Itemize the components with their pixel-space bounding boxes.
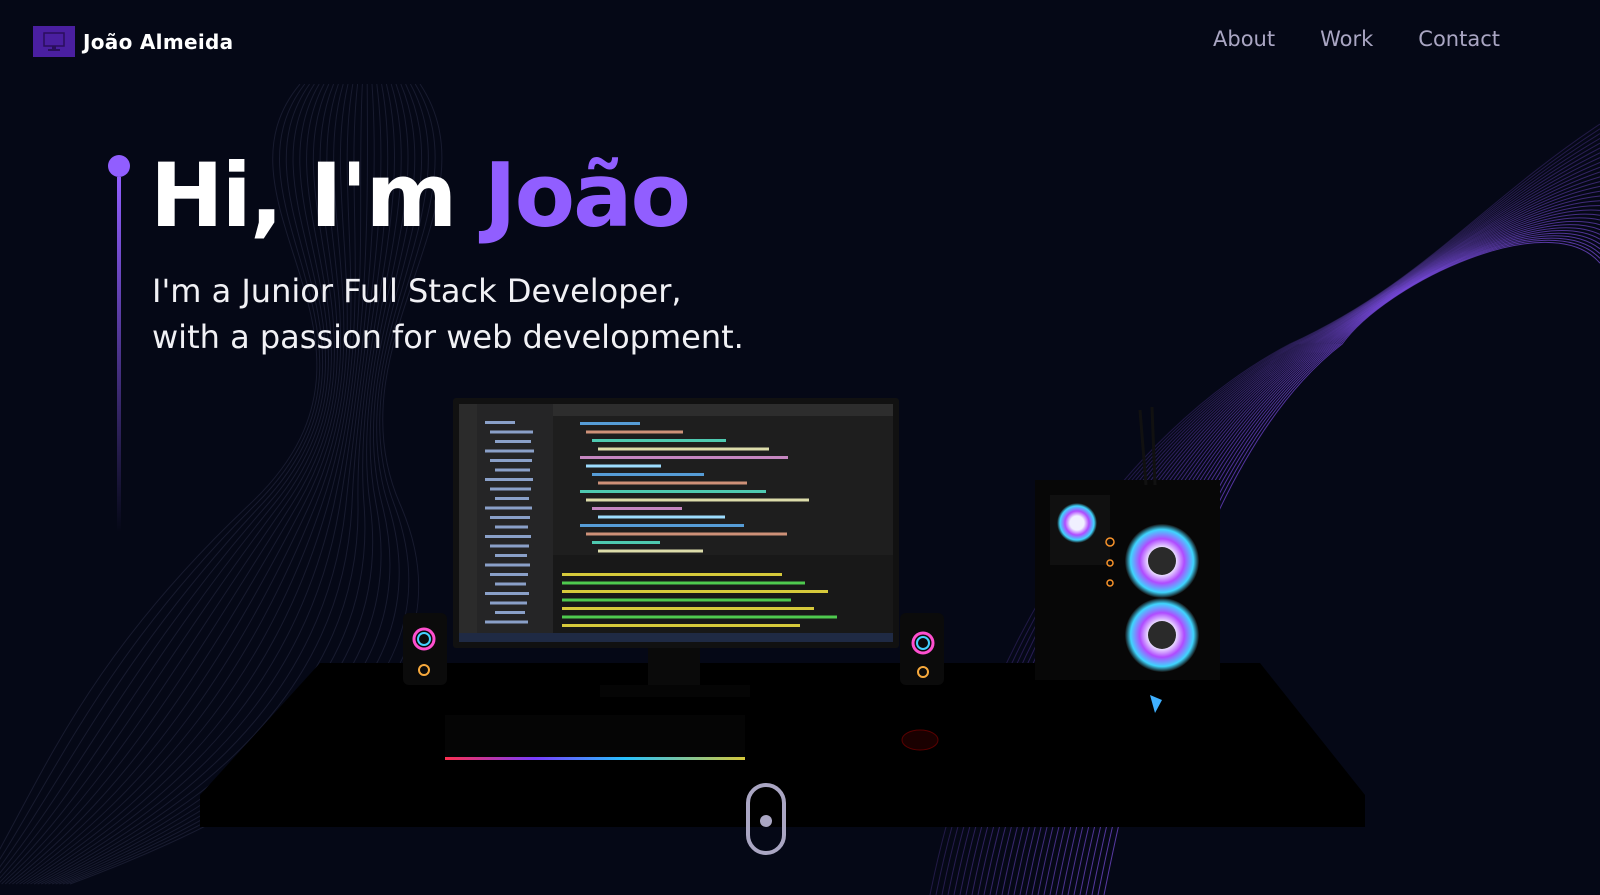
brand-name: João Almeida	[83, 29, 234, 54]
scroll-indicator-dot	[760, 815, 772, 827]
code-line	[580, 456, 788, 459]
scroll-indicator-mouse-icon[interactable]	[746, 783, 786, 855]
terminal-line	[562, 590, 828, 593]
monitor	[453, 398, 899, 648]
explorer-line	[485, 620, 528, 624]
computer-icon	[33, 26, 75, 57]
hero-subtitle-line1: I'm a Junior Full Stack Developer,	[152, 272, 682, 310]
explorer-line	[485, 478, 533, 481]
explorer-line	[490, 544, 529, 548]
code-line	[586, 464, 661, 468]
terminal-line	[562, 573, 782, 576]
explorer-line	[485, 449, 534, 453]
terminal-line	[562, 615, 837, 619]
code-line	[598, 447, 769, 451]
nav-link-work[interactable]: Work	[1320, 27, 1373, 51]
right-speaker	[900, 613, 944, 685]
navbar: João Almeida About Work Contact	[0, 0, 1600, 84]
code-line	[586, 430, 683, 434]
hero-subtitle-line2: with a passion for web development.	[152, 318, 744, 356]
hero-accent-line	[108, 155, 130, 532]
keyboard	[445, 715, 745, 760]
code-line	[592, 439, 726, 442]
explorer-line	[495, 582, 526, 586]
explorer-line	[485, 592, 529, 595]
code-line	[598, 515, 725, 519]
brand-link[interactable]: João Almeida	[33, 26, 233, 57]
explorer-line	[485, 563, 530, 567]
explorer-line	[495, 611, 525, 614]
code-line	[598, 549, 703, 553]
terminal-line	[562, 624, 800, 627]
code-line	[598, 481, 747, 485]
explorer-line	[495, 468, 530, 472]
code-line	[580, 490, 766, 493]
pc-tower	[1035, 406, 1220, 713]
explorer-line	[495, 525, 528, 529]
explorer-line	[490, 430, 533, 434]
nav-link-contact[interactable]: Contact	[1418, 27, 1500, 51]
code-line	[592, 473, 704, 476]
desktop-setup-scene[interactable]	[200, 395, 1400, 845]
terminal-line	[562, 598, 791, 602]
left-speaker	[403, 613, 447, 685]
explorer-line	[485, 421, 515, 424]
desk-mouse	[901, 729, 939, 751]
explorer-line	[490, 516, 530, 519]
code-line	[592, 507, 682, 510]
hero-name: João	[483, 144, 691, 247]
code-line	[586, 532, 787, 536]
code-line	[586, 498, 809, 502]
hero-subtitle: I'm a Junior Full Stack Developer, with …	[152, 268, 744, 360]
explorer-line	[490, 459, 532, 462]
hero-accent-bar	[117, 177, 121, 532]
code-line	[592, 541, 660, 544]
terminal-line	[562, 581, 805, 585]
explorer-line	[485, 506, 532, 510]
explorer-line	[490, 601, 527, 605]
explorer-line	[490, 487, 531, 491]
nav-links: About Work Contact	[1213, 27, 1500, 51]
nav-link-about[interactable]: About	[1213, 27, 1275, 51]
explorer-line	[485, 535, 531, 538]
explorer-line	[495, 554, 527, 557]
explorer-line	[495, 440, 531, 443]
code-line	[580, 422, 640, 425]
code-line	[580, 524, 744, 527]
hero-greeting: Hi, I'm	[150, 144, 484, 247]
explorer-line	[490, 573, 528, 576]
terminal-line	[562, 607, 814, 610]
hero-accent-dot	[108, 155, 130, 177]
hero-title: Hi, I'm João	[150, 149, 691, 242]
explorer-line	[495, 497, 529, 500]
